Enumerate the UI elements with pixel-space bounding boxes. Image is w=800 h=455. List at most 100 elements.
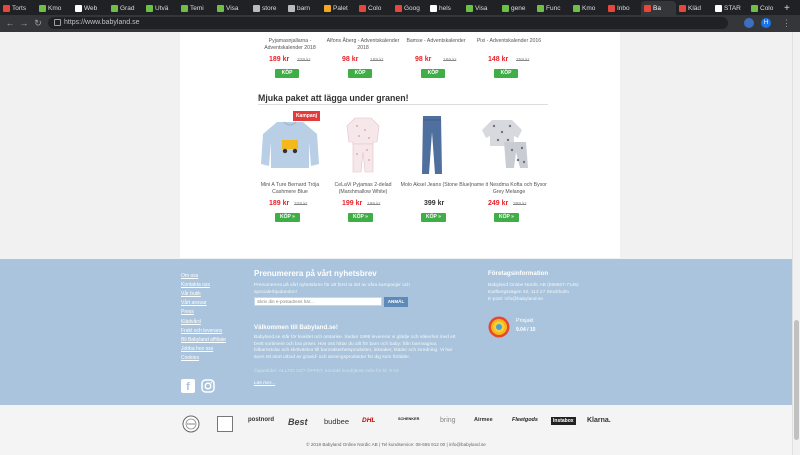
product-old-price: 189 kr: [370, 58, 384, 63]
product-price: 399 kr: [424, 200, 445, 207]
tab-favicon-icon: [253, 4, 260, 12]
browser-tab[interactable]: barn: [285, 1, 319, 15]
browser-tab[interactable]: store: [250, 1, 284, 15]
browser-tab[interactable]: Torts: [0, 1, 34, 15]
footer-link[interactable]: Vår butik: [181, 291, 201, 297]
browser-tab[interactable]: Palet: [321, 1, 355, 15]
partner-logo: budbee: [324, 417, 350, 426]
buy-button[interactable]: KÖP: [494, 69, 518, 78]
address-bar[interactable]: https://www.babyland.se: [48, 17, 728, 29]
footer-link[interactable]: Klädvård: [181, 319, 201, 325]
product-image-pyjama-set[interactable]: [482, 116, 532, 170]
content-area: [180, 32, 620, 258]
partner-logo: Klarna.: [587, 417, 611, 424]
forward-button[interactable]: →: [18, 17, 30, 29]
scrollbar-thumb[interactable]: [794, 320, 799, 440]
footer-link[interactable]: Jobba hos oss: [181, 346, 213, 352]
product-old-price: 259 kr: [516, 58, 530, 63]
product-name[interactable]: name it Nesdma Kofta och Byxor Grey Mela…: [469, 182, 549, 196]
product-name[interactable]: Pixi - Adventskalender 2016: [469, 38, 549, 45]
prisjakt-logo-icon[interactable]: [488, 316, 510, 338]
footer-link[interactable]: Vårt ansvar: [181, 300, 207, 306]
product-name[interactable]: Molo Aksel Jeans (Stone Blue): [396, 182, 476, 189]
browser-tab[interactable]: Kläd: [676, 1, 710, 15]
back-button[interactable]: ←: [4, 17, 16, 29]
trust-seal-icon: [182, 415, 200, 433]
browser-tab[interactable]: gene: [499, 1, 533, 15]
browser-tab[interactable]: Kmo: [570, 1, 604, 15]
partner-logo: Instabox: [551, 417, 576, 425]
product-name[interactable]: Bamse - Adventskalender: [396, 38, 476, 45]
tab-favicon-icon: [111, 4, 118, 12]
instagram-icon[interactable]: [201, 379, 215, 393]
browser-tab[interactable]: Visa: [214, 1, 248, 15]
reload-button[interactable]: ↻: [32, 17, 44, 29]
footer-link[interactable]: Press: [181, 309, 194, 315]
buy-button[interactable]: KÖP »: [494, 213, 519, 222]
tab-label: store: [262, 4, 277, 12]
section-title: Mjuka paket att lägga under granen!: [258, 93, 409, 103]
page-viewport: Pyjamasnjallarna - Adventskalender 2018 1…: [0, 32, 792, 455]
browser-tab[interactable]: Ba: [641, 1, 676, 15]
browser-tab[interactable]: STAR: [712, 1, 746, 15]
buy-button[interactable]: KÖP: [348, 69, 372, 78]
tab-label: Torts: [12, 4, 27, 12]
footer-link[interactable]: Cookies: [181, 355, 199, 361]
browser-tab[interactable]: Kmo: [36, 1, 70, 15]
newsletter-email-input[interactable]: Skriv din e-postadress här...: [254, 297, 382, 306]
company-line-3[interactable]: E-post: info@babyland.se: [488, 297, 543, 304]
footer-link[interactable]: Kontakta oss: [181, 282, 210, 288]
browser-tab[interactable]: Visa: [463, 1, 497, 15]
extension-icon[interactable]: [744, 18, 754, 28]
profile-avatar[interactable]: H: [761, 18, 771, 28]
browser-tab[interactable]: Temi: [178, 1, 212, 15]
product-old-price: 399 kr: [513, 202, 527, 207]
newsletter-submit-button[interactable]: ANMÄL: [384, 297, 408, 307]
browser-tab[interactable]: Utvä: [143, 1, 177, 15]
product-image-pyjamas[interactable]: [343, 114, 383, 174]
product-old-price: 329 kr: [294, 202, 308, 207]
partner-logo: Best: [288, 417, 308, 427]
product-name[interactable]: Alfons Åberg - Adventskalender 2018: [323, 38, 403, 52]
welcome-title: Välkommen till Babyland.se!: [254, 324, 338, 331]
product-name[interactable]: Mini A Ture Bernard Tröja Cashmere Blue: [250, 182, 330, 196]
tab-label: Grad: [120, 4, 135, 12]
menu-icon[interactable]: ⋮: [782, 17, 791, 29]
buy-button[interactable]: KÖP »: [348, 213, 373, 222]
footer-link[interactable]: Frakt och leverans: [181, 328, 222, 334]
browser-tab[interactable]: hels: [427, 1, 461, 15]
tab-favicon-icon: [466, 4, 473, 12]
facebook-icon[interactable]: f: [181, 379, 195, 393]
browser-tab[interactable]: Web: [72, 1, 106, 15]
divider: [258, 104, 548, 105]
buy-button[interactable]: KÖP: [421, 69, 445, 78]
product-name[interactable]: Pyjamasnjallarna - Adventskalender 2018: [250, 38, 330, 52]
buy-button[interactable]: KÖP: [275, 69, 299, 78]
new-tab-button[interactable]: +: [784, 1, 798, 15]
browser-tab[interactable]: Colo: [356, 1, 390, 15]
product-image-sweater[interactable]: [255, 112, 325, 172]
product-image-jeans[interactable]: [420, 114, 444, 176]
tab-favicon-icon: [288, 4, 295, 12]
page-scrollbar[interactable]: [792, 32, 800, 455]
browser-tab[interactable]: Goog: [392, 1, 426, 15]
footer-link[interactable]: Om oss: [181, 273, 198, 279]
partner-logos-strip: [0, 405, 792, 455]
read-more-link[interactable]: Läs mer...: [254, 381, 275, 388]
buy-button[interactable]: KÖP »: [421, 213, 446, 222]
buy-button[interactable]: KÖP »: [275, 213, 300, 222]
browser-tab[interactable]: Func: [534, 1, 568, 15]
product-name[interactable]: CeLaVi Pyjamas 2-delad (Marshmallow Whit…: [323, 182, 403, 196]
browser-tab[interactable]: Inbo: [605, 1, 639, 15]
browser-tab[interactable]: Colo: [748, 1, 782, 15]
browser-tab[interactable]: Grad: [108, 1, 142, 15]
tab-label: STAR: [724, 4, 741, 12]
tab-label: Inbo: [617, 4, 630, 12]
product-old-price: 329 kr: [297, 58, 311, 63]
product-old-price: 199 kr: [367, 202, 381, 207]
tab-favicon-icon: [39, 4, 46, 12]
browser-toolbar: ← → ↻ https://www.babyland.se H ⋮: [0, 15, 800, 32]
footer-link[interactable]: Bli Babyland affiliate: [181, 337, 226, 343]
tab-label: Goog: [404, 4, 420, 12]
tab-favicon-icon: [644, 4, 651, 12]
